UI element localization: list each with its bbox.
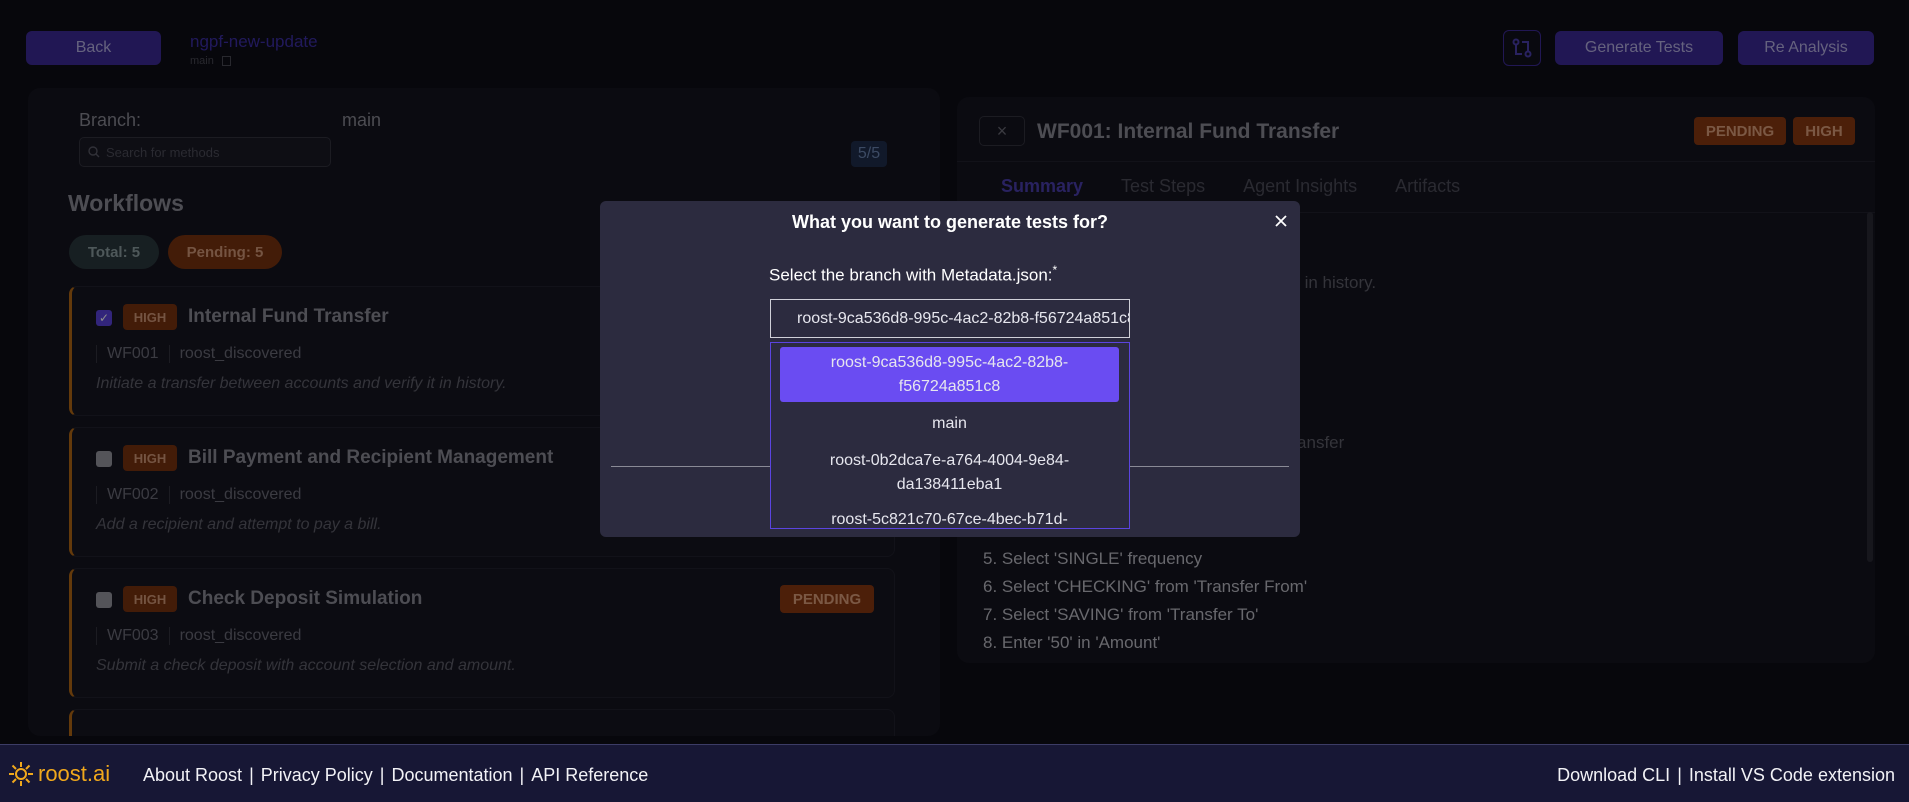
- install-vscode-link[interactable]: Install VS Code extension: [1689, 765, 1895, 786]
- branch-field-label-text: Select the branch with Metadata.json:: [769, 265, 1053, 285]
- footer-links-left: About Roost | Privacy Policy | Documenta…: [143, 765, 648, 786]
- branch-select[interactable]: roost-9ca536d8-995c-4ac2-82b8-f56724a851…: [770, 299, 1130, 338]
- privacy-policy-link[interactable]: Privacy Policy: [261, 765, 373, 786]
- branch-field-label: Select the branch with Metadata.json:*: [769, 263, 1057, 286]
- option-line: main: [932, 415, 967, 432]
- dropdown-option[interactable]: roost-0b2dca7e-a764-4004-9e84- da138411e…: [780, 446, 1119, 498]
- documentation-link[interactable]: Documentation: [391, 765, 512, 786]
- dropdown-option[interactable]: roost-5c821c70-67ce-4bec-b71d-: [780, 505, 1119, 528]
- footer-links-right: Download CLI | Install VS Code extension: [1557, 765, 1895, 786]
- link-separator: |: [379, 765, 385, 785]
- branch-dropdown: roost-9ca536d8-995c-4ac2-82b8- f56724a85…: [770, 342, 1130, 529]
- link-separator: |: [249, 765, 254, 785]
- dropdown-option[interactable]: main: [780, 409, 1119, 439]
- dropdown-option-selected[interactable]: roost-9ca536d8-995c-4ac2-82b8- f56724a85…: [780, 347, 1119, 402]
- footer-brand[interactable]: roost.ai: [8, 761, 110, 787]
- download-cli-link[interactable]: Download CLI: [1557, 765, 1670, 786]
- api-reference-link[interactable]: API Reference: [531, 765, 648, 786]
- required-mark: *: [1052, 263, 1058, 277]
- footer: roost.ai About Roost | Privacy Policy | …: [0, 744, 1909, 802]
- branch-select-value: roost-9ca536d8-995c-4ac2-82b8-f56724a851…: [797, 309, 1130, 327]
- option-line: da138411eba1: [896, 476, 1003, 493]
- link-separator: |: [1677, 765, 1682, 785]
- option-line: roost-5c821c70-67ce-4bec-b71d-: [831, 511, 1068, 528]
- generate-tests-modal: What you want to generate tests for? Sel…: [600, 201, 1300, 537]
- close-icon: [1275, 215, 1287, 227]
- option-line: roost-0b2dca7e-a764-4004-9e84-: [829, 452, 1070, 469]
- about-roost-link[interactable]: About Roost: [143, 765, 242, 786]
- modal-close-button[interactable]: [1271, 211, 1291, 231]
- option-line: f56724a851c8: [898, 378, 1001, 395]
- link-separator: |: [519, 765, 525, 785]
- brand-name: roost.ai: [38, 761, 111, 786]
- modal-title: What you want to generate tests for?: [791, 212, 1109, 232]
- roost-sun-logo-icon: [9, 762, 33, 786]
- option-line: roost-9ca536d8-995c-4ac2-82b8-: [830, 354, 1069, 371]
